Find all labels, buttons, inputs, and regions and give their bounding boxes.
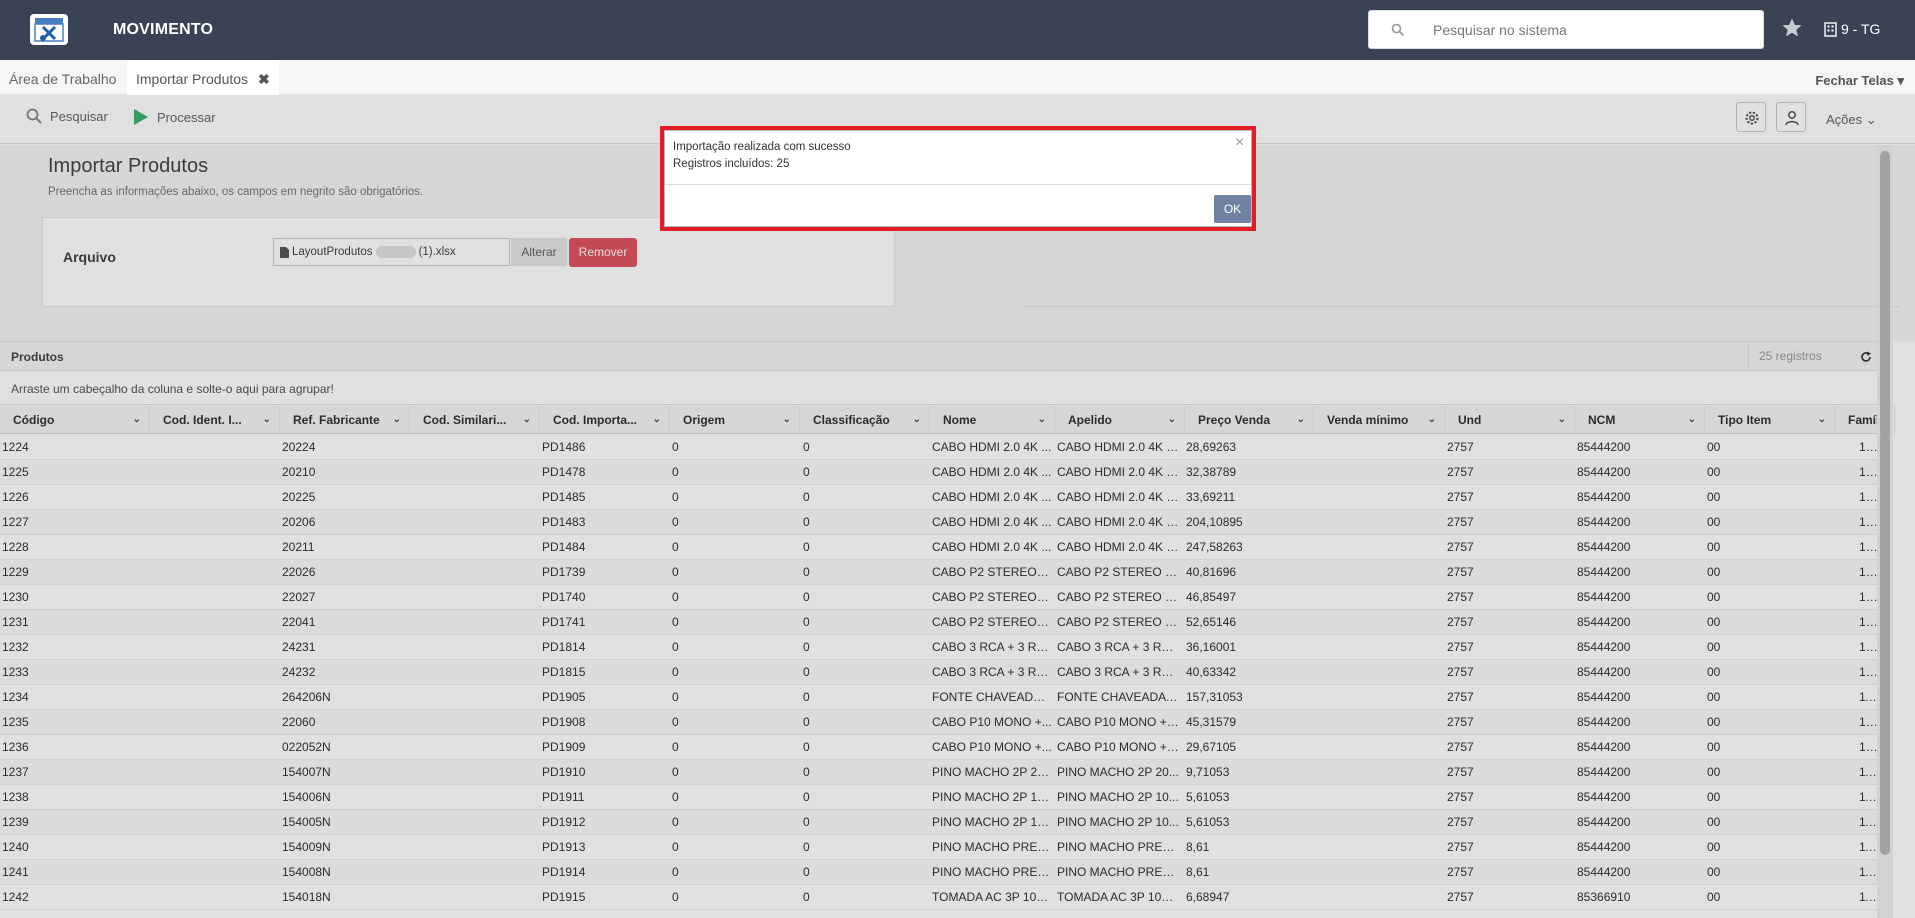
tools-icon <box>34 18 64 42</box>
success-dialog: Importação realizada com sucesso Registr… <box>660 126 1256 231</box>
tab-bar: Área de Trabalho Importar Produtos ✖ Fec… <box>0 60 1915 95</box>
tab-import-label: Importar Produtos <box>136 71 249 87</box>
close-screens-label: Fechar Telas <box>1815 73 1894 88</box>
company-label: 9 - TG <box>1841 21 1881 37</box>
tab-import-products[interactable]: Importar Produtos ✖ <box>127 60 279 95</box>
app-title: MOVIMENTO <box>113 21 214 38</box>
company-selector[interactable]: 9 - TG <box>1824 21 1880 37</box>
dialog-message: Importação realizada com sucesso <box>673 141 851 153</box>
tab-workspace[interactable]: Área de Trabalho <box>0 60 125 95</box>
dialog-divider <box>665 184 1251 185</box>
ok-button[interactable]: OK <box>1214 195 1251 223</box>
search-input[interactable] <box>1433 20 1743 40</box>
app-logo[interactable] <box>30 14 68 45</box>
close-icon[interactable]: × <box>1235 134 1244 152</box>
building-icon <box>1824 21 1837 37</box>
search-icon <box>1391 23 1405 37</box>
caret-down-icon: ▾ <box>1897 73 1904 88</box>
global-search[interactable] <box>1368 10 1764 49</box>
top-bar: MOVIMENTO 9 - TG <box>0 0 1915 60</box>
favorites-star-icon[interactable] <box>1781 17 1803 39</box>
dialog-body: Importação realizada com sucesso Registr… <box>664 130 1252 227</box>
close-tab-icon[interactable]: ✖ <box>258 71 270 87</box>
dialog-records: Registros incluídos: 25 <box>673 158 790 170</box>
close-screens-menu[interactable]: Fechar Telas ▾ <box>1815 73 1904 89</box>
